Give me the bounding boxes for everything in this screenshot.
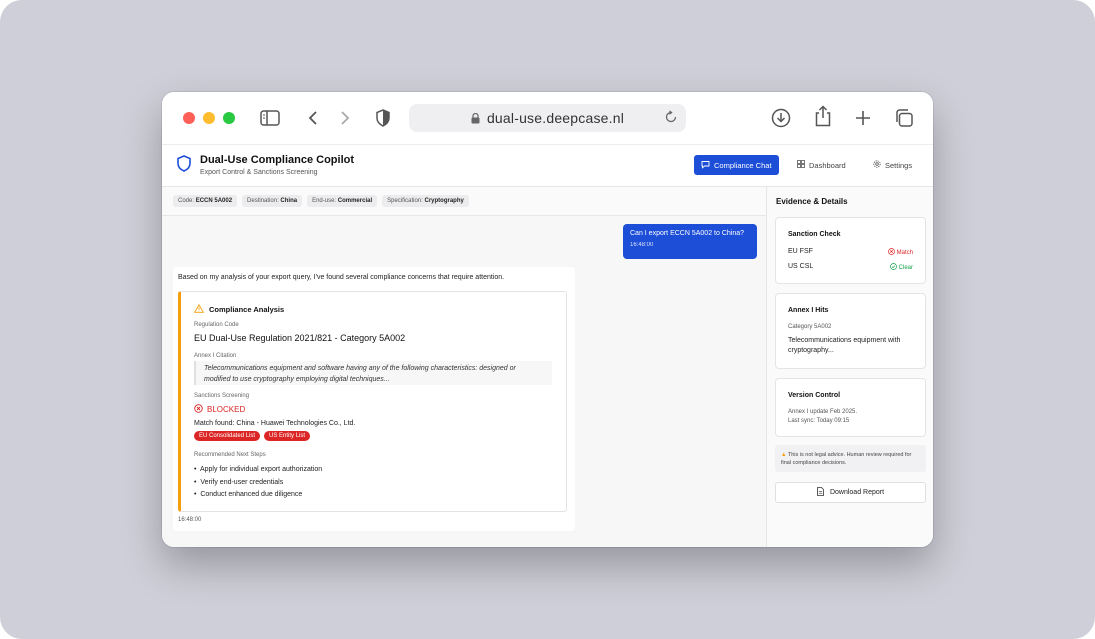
- version-last-sync: Last sync: Today 09:15: [788, 418, 850, 424]
- settings-label: Settings: [885, 160, 913, 170]
- tag-us-entity-list: US Entity List: [264, 431, 311, 441]
- user-message: Can I export ECCN 5A002 to China? 16:48:…: [623, 224, 757, 259]
- chip-specification: Specification: Cryptography: [382, 195, 469, 207]
- assistant-intro-text: Based on my analysis of your export quer…: [178, 274, 505, 281]
- app-header: Dual-Use Compliance Copilot Export Contr…: [162, 145, 933, 187]
- annex-citation-text: Telecommunications equipment and softwar…: [194, 361, 552, 385]
- warning-small-icon: ▲: [781, 452, 787, 458]
- warning-icon: [193, 303, 205, 315]
- dashboard-tab[interactable]: Dashboard: [790, 155, 853, 175]
- sanctions-screening-label: Sanctions Screening: [194, 393, 250, 399]
- blocked-status: BLOCKED: [194, 404, 245, 415]
- sanction-row-eu-fsf-name: EU FSF: [788, 248, 813, 255]
- address-bar[interactable]: dual-use.deepcase.nl: [409, 104, 686, 132]
- dashboard-icon: [797, 160, 805, 170]
- app-title: Dual-Use Compliance Copilot: [200, 154, 355, 166]
- chat-icon: [701, 160, 710, 171]
- download-report-button[interactable]: Download Report: [775, 482, 926, 503]
- annex-hits-title: Annex I Hits: [788, 307, 829, 314]
- minimize-window-button[interactable]: [203, 112, 215, 124]
- new-tab-icon[interactable]: [852, 107, 874, 129]
- lock-icon: [471, 112, 480, 124]
- evidence-panel-title: Evidence & Details: [776, 197, 848, 206]
- annex-hits-description: Telecommunications equipment with crypto…: [788, 337, 901, 354]
- url-text: dual-use.deepcase.nl: [486, 110, 625, 126]
- evidence-panel: Evidence & Details Sanction Check EU FSF…: [766, 187, 933, 547]
- compliance-chat-tab[interactable]: Compliance Chat: [694, 155, 779, 175]
- version-annex-update: Annex I update Feb 2025.: [788, 409, 858, 415]
- file-icon: [817, 487, 824, 498]
- assistant-message-time: 16:48:00: [178, 517, 202, 523]
- chip-code: Code: ECCN 5A002: [173, 195, 238, 207]
- download-report-label: Download Report: [829, 489, 885, 496]
- list-item: • Conduct enhanced due diligence: [194, 491, 303, 498]
- user-message-text: Can I export ECCN 5A002 to China?: [630, 230, 745, 237]
- sanction-check-title: Sanction Check: [788, 231, 841, 238]
- download-icon[interactable]: [770, 107, 792, 129]
- check-circle-icon: [889, 263, 897, 272]
- legal-disclaimer: ▲ This is not legal advice. Human review…: [775, 445, 926, 472]
- close-window-button[interactable]: [183, 112, 195, 124]
- chip-end-use: End-use: Commercial: [307, 195, 378, 207]
- user-message-time: 16:48:00: [630, 242, 654, 248]
- compliance-analysis-card: Compliance Analysis Regulation Code EU D…: [178, 291, 567, 512]
- list-item: • Apply for individual export authorizat…: [194, 466, 323, 473]
- version-control-title: Version Control: [788, 392, 841, 399]
- gear-icon: [873, 160, 881, 170]
- share-icon[interactable]: [812, 105, 834, 127]
- regulation-code-value: EU Dual-Use Regulation 2021/821 - Catego…: [194, 333, 406, 343]
- sanction-row-eu-fsf-status: Match: [887, 248, 913, 257]
- next-steps-label: Recommended Next Steps: [194, 452, 266, 458]
- app-subtitle: Export Control & Sanctions Screening: [200, 169, 318, 176]
- query-context-chips: Code: ECCN 5A002 Destination: China End-…: [162, 187, 766, 216]
- next-steps-list: • Apply for individual export authorizat…: [194, 464, 322, 502]
- forward-icon[interactable]: [334, 107, 356, 129]
- privacy-shield-icon[interactable]: [372, 107, 394, 129]
- sanction-row-us-csl-name: US CSL: [788, 263, 814, 270]
- settings-tab[interactable]: Settings: [866, 155, 919, 175]
- analysis-title: Compliance Analysis: [209, 305, 285, 314]
- version-control-card: Version Control Annex I update Feb 2025.…: [775, 378, 926, 437]
- compliance-chat-label: Compliance Chat: [714, 160, 772, 170]
- annex-citation-label: Annex I Citation: [194, 353, 237, 359]
- reload-icon[interactable]: [664, 110, 678, 124]
- list-item: • Verify end-user credentials: [194, 478, 284, 486]
- chat-area: Code: ECCN 5A002 Destination: China End-…: [162, 187, 766, 547]
- regulation-code-label: Regulation Code: [194, 322, 239, 328]
- assistant-message: Based on my analysis of your export quer…: [173, 267, 575, 531]
- chip-destination: Destination: China: [242, 195, 303, 207]
- back-icon[interactable]: [302, 107, 324, 129]
- dashboard-label: Dashboard: [809, 160, 846, 170]
- analysis-header: Compliance Analysis: [193, 303, 285, 315]
- sanction-row-us-csl-status: Clear: [889, 263, 913, 272]
- tag-eu-consolidated-list: EU Consolidated List: [194, 431, 261, 441]
- zoom-window-button[interactable]: [223, 112, 235, 124]
- match-x-icon: [887, 248, 895, 257]
- blocked-icon: [194, 404, 203, 415]
- sidebar-toggle-icon[interactable]: [259, 107, 281, 129]
- shield-logo-icon: [177, 155, 191, 177]
- sanctions-match-text: Match found: China - Huawei Technologies…: [194, 420, 356, 427]
- sanction-check-card: Sanction Check EU FSF Match US CSL Clear: [775, 217, 926, 284]
- sanctions-list-tags: EU Consolidated List US Entity List: [194, 431, 311, 441]
- browser-window: dual-use.deepcase.nl Dual-Use Compliance…: [162, 92, 933, 547]
- tab-overview-icon[interactable]: [893, 107, 915, 129]
- browser-toolbar: dual-use.deepcase.nl: [162, 92, 933, 145]
- annex-hits-card: Annex I Hits Category 5A002 Telecommunic…: [775, 293, 926, 369]
- blocked-status-text: BLOCKED: [207, 405, 246, 414]
- annex-hits-category: Category 5A002: [788, 324, 832, 330]
